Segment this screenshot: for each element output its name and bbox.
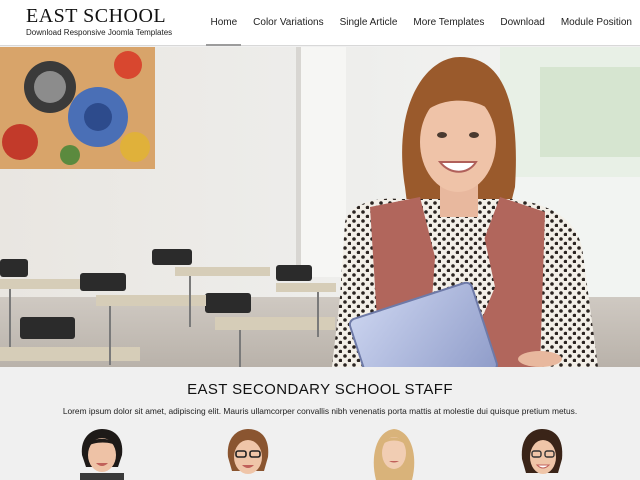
nav-item-home[interactable]: Home bbox=[202, 0, 245, 46]
site-logo[interactable]: EAST SCHOOL Download Responsive Joomla T… bbox=[26, 6, 172, 37]
nav-item-color-variations[interactable]: Color Variations bbox=[245, 0, 331, 46]
hero-banner bbox=[0, 47, 640, 367]
staff-heading: EAST SECONDARY SCHOOL STAFF bbox=[187, 381, 453, 398]
staff-description: Lorem ipsum dolor sit amet, adipiscing e… bbox=[62, 406, 578, 416]
nav-item-single-article[interactable]: Single Article bbox=[332, 0, 406, 46]
staff-section: EAST SECONDARY SCHOOL STAFF Lorem ipsum … bbox=[0, 367, 640, 480]
site-title[interactable]: EAST SCHOOL bbox=[26, 6, 172, 26]
staff-portrait[interactable] bbox=[74, 427, 130, 480]
staff-portrait[interactable] bbox=[366, 427, 422, 480]
hero-image bbox=[0, 47, 640, 367]
nav-item-more-templates[interactable]: More Templates bbox=[405, 0, 492, 46]
staff-portrait[interactable] bbox=[220, 427, 276, 480]
nav-item-download[interactable]: Download bbox=[492, 0, 552, 46]
main-nav: Home Color Variations Single Article Mor… bbox=[202, 0, 640, 46]
staff-portrait[interactable] bbox=[514, 427, 570, 480]
site-header: EAST SCHOOL Download Responsive Joomla T… bbox=[0, 0, 640, 46]
nav-item-module-position[interactable]: Module Position bbox=[553, 0, 640, 46]
site-tagline: Download Responsive Joomla Templates bbox=[26, 28, 173, 37]
